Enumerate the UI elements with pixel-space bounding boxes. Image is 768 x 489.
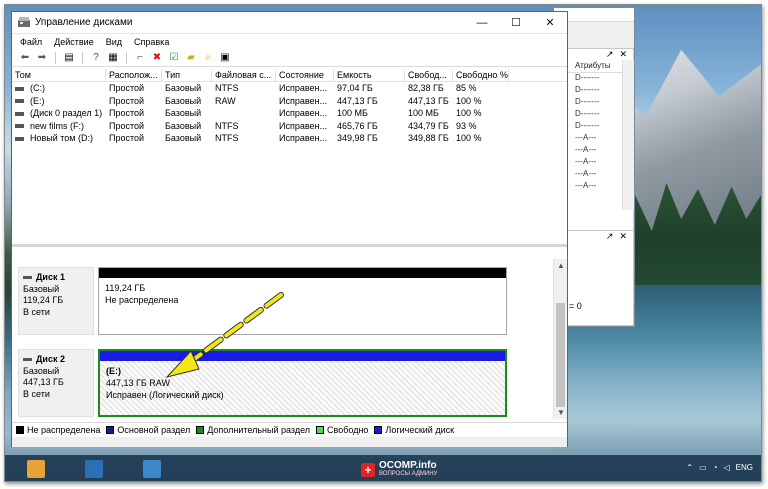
- language-indicator[interactable]: ENG: [736, 463, 753, 472]
- app-icon[interactable]: [85, 460, 103, 478]
- taskbar: + OCOMP.info ВОПРОСЫ АДМИНУ ⌃ ▭ ◔ ◁ ENG: [5, 455, 761, 481]
- browser-icon[interactable]: [143, 460, 161, 478]
- battery-icon[interactable]: ▭: [699, 463, 707, 472]
- ocomp-logo-icon: +: [361, 462, 375, 477]
- system-tray: ⌃ ▭ ◔ ◁ ENG: [686, 463, 753, 472]
- annotation-arrow: [165, 292, 284, 378]
- brand-subtitle: ВОПРОСЫ АДМИНУ: [379, 471, 438, 477]
- file-explorer-icon[interactable]: [27, 460, 45, 478]
- volume-icon[interactable]: ◁: [724, 463, 730, 472]
- brand-title: OCOMP.info: [379, 460, 437, 471]
- network-icon[interactable]: ◔: [713, 463, 718, 472]
- screenshot-frame: ↗ ✕ Атрибуты D------- D------- D------- D--…: [4, 4, 762, 482]
- tray-up-icon[interactable]: ⌃: [686, 463, 693, 472]
- ocomp-watermark: + OCOMP.info ВОПРОСЫ АДМИНУ: [361, 461, 437, 478]
